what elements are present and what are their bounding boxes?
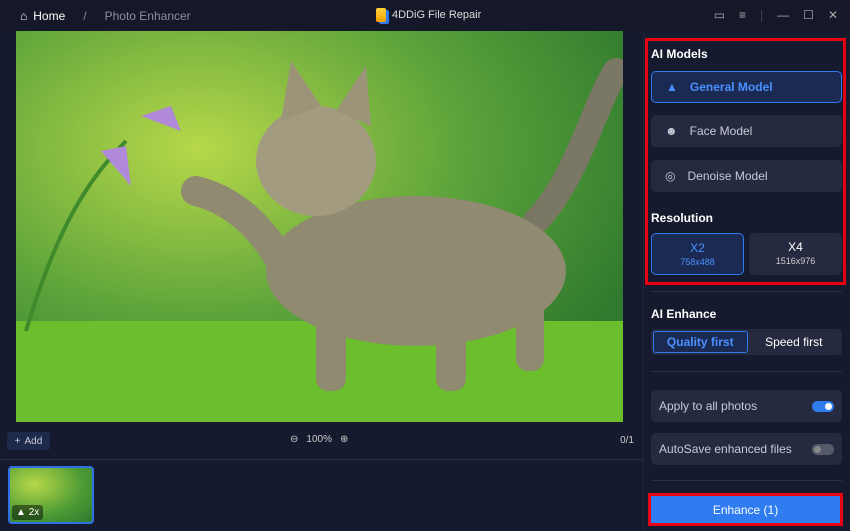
autosave-option: AutoSave enhanced files <box>651 433 842 465</box>
zoom-out-icon[interactable]: ⊖ <box>290 434 298 445</box>
apply-all-toggle[interactable] <box>812 400 834 412</box>
model-label: General Model <box>689 80 773 94</box>
apply-all-label: Apply to all photos <box>659 399 758 413</box>
title-bar: ⌂ Home / Photo Enhancer 4DDiG File Repai… <box>0 0 850 31</box>
maximize-icon[interactable]: ☐ <box>803 8 814 22</box>
divider <box>651 480 842 481</box>
face-icon: ☻ <box>665 124 678 138</box>
resolution-size: 758x488 <box>680 257 715 267</box>
enhance-button[interactable]: Enhance (1) <box>648 493 843 526</box>
face-model-option[interactable]: ☻ Face Model <box>651 115 842 147</box>
breadcrumb: ⌂ Home / Photo Enhancer <box>20 9 191 23</box>
divider <box>0 459 643 460</box>
resolution-x4[interactable]: X4 1516x976 <box>749 233 842 275</box>
breadcrumb-home[interactable]: Home <box>33 9 65 23</box>
model-label: Denoise Model <box>687 169 768 183</box>
plus-icon: + <box>14 435 21 447</box>
scale-badge: ▲ 2x <box>12 505 44 520</box>
landscape-icon: ▲ <box>666 80 678 94</box>
autosave-label: AutoSave enhanced files <box>659 442 792 456</box>
photo-preview <box>16 31 623 422</box>
scale-badge-text: 2x <box>28 507 40 518</box>
autosave-toggle[interactable] <box>812 443 834 455</box>
close-icon[interactable]: ✕ <box>828 8 838 22</box>
resolution-size: 1516x976 <box>775 256 816 266</box>
menu-icon[interactable]: ≡ <box>739 8 746 22</box>
resolution-label: X4 <box>788 240 803 254</box>
home-icon[interactable]: ⌂ <box>20 9 27 23</box>
ai-models-heading: AI Models <box>651 47 708 61</box>
ai-enhance-heading: AI Enhance <box>651 307 717 321</box>
zoom-in-icon[interactable]: ⊕ <box>340 434 348 445</box>
breadcrumb-current: Photo Enhancer <box>104 9 191 23</box>
cat-photo <box>16 58 623 422</box>
add-label: Add <box>24 435 43 447</box>
breadcrumb-separator: / <box>83 9 87 23</box>
denoise-icon: ◎ <box>665 169 676 183</box>
app-logo-icon <box>376 8 386 22</box>
divider <box>651 371 842 372</box>
general-model-option[interactable]: ▲ General Model <box>651 71 842 103</box>
resolution-x2[interactable]: X2 758x488 <box>651 233 744 275</box>
app-title-text: 4DDiG File Repair <box>392 9 482 21</box>
photo-thumbnail[interactable]: ▲ 2x <box>8 466 94 524</box>
speed-first-tab[interactable]: Speed first <box>748 331 841 353</box>
quality-first-tab[interactable]: Quality first <box>653 331 748 353</box>
preview-toolbar: + Add ⊖ 100% ⊕ 0/1 <box>0 430 643 454</box>
settings-panel: AI Models ▲ General Model ☻ Face Model ◎ De… <box>643 31 850 531</box>
resolution-heading: Resolution <box>651 211 713 225</box>
feedback-icon[interactable]: ▭ <box>714 8 725 22</box>
app-title: 4DDiG File Repair <box>376 8 481 22</box>
divider <box>651 291 842 292</box>
zoom-level: 100% <box>306 434 332 445</box>
denoise-model-option[interactable]: ◎ Denoise Model <box>651 160 842 192</box>
photo-count: 0/1 <box>620 435 634 446</box>
minimize-icon[interactable]: — <box>777 8 789 22</box>
enhance-mode-toggle: Quality first Speed first <box>651 329 842 355</box>
image-icon: ▲ <box>16 507 26 518</box>
add-button[interactable]: + Add <box>7 432 50 450</box>
resolution-label: X2 <box>690 241 705 255</box>
model-label: Face Model <box>689 124 753 138</box>
apply-all-option: Apply to all photos <box>651 390 842 422</box>
